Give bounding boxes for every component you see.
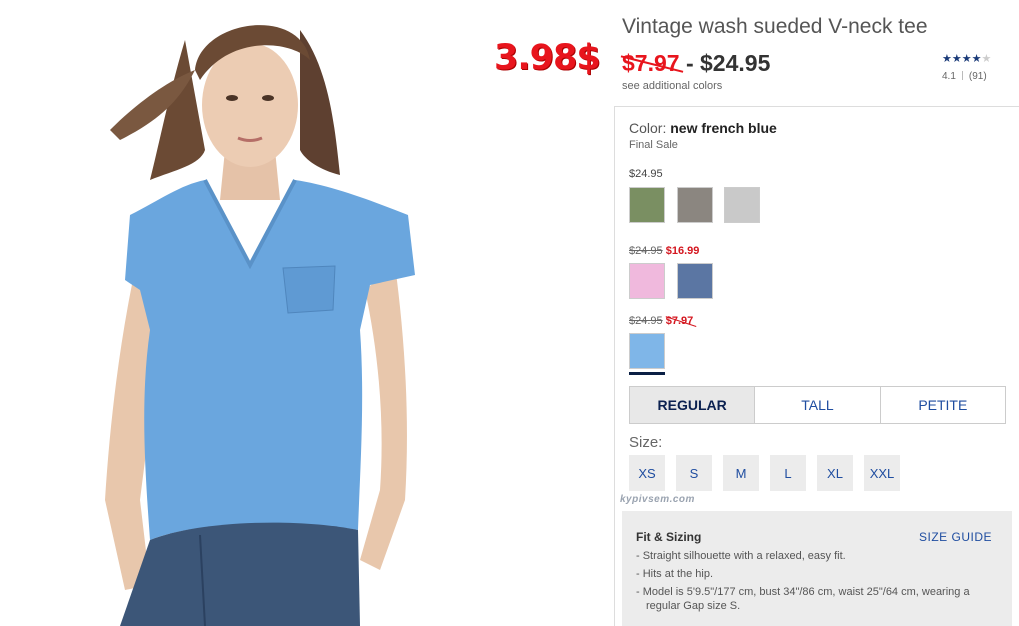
size-guide-link[interactable]: SIZE GUIDE: [919, 530, 992, 544]
color-swatch-heather-gray[interactable]: [724, 187, 760, 223]
review-count[interactable]: (91): [969, 71, 987, 82]
size-options: XS S M L XL XXL: [629, 455, 911, 491]
see-additional-colors-link[interactable]: see additional colors: [622, 80, 722, 92]
color-name: new french blue: [670, 120, 777, 136]
swatch-group-price: $24.95: [629, 168, 663, 180]
list-item: - Straight silhouette with a relaxed, ea…: [636, 550, 846, 562]
group-old-price: $24.95: [629, 315, 663, 327]
current-price: $24.95: [700, 50, 771, 76]
group-sale-price: $7.97: [665, 315, 694, 327]
selected-color: Color: new french blue: [629, 120, 777, 136]
watermark: kypivsem.com: [620, 494, 695, 505]
color-swatch-pink[interactable]: [629, 263, 665, 299]
color-swatch-french-blue[interactable]: [629, 333, 665, 369]
model-image: [105, 25, 415, 626]
stars-filled: ★★★★: [942, 53, 982, 65]
color-label: Color:: [629, 120, 671, 136]
price-range: $7.97 - $24.95: [622, 50, 770, 77]
tab-petite[interactable]: PETITE: [879, 387, 1005, 423]
fit-sizing-section: Fit & Sizing SIZE GUIDE - Straight silho…: [622, 511, 1012, 626]
star-rating-icon: ★★★★★: [942, 52, 1007, 65]
divider: [961, 71, 963, 80]
fit-tabs: REGULAR TALL PETITE: [629, 386, 1006, 424]
group-price: $24.95: [629, 168, 663, 180]
color-swatch-green[interactable]: [629, 187, 665, 223]
list-item: - Hits at the hip.: [636, 568, 714, 580]
size-l-button[interactable]: L: [770, 455, 806, 491]
color-swatch-blue-gray[interactable]: [677, 263, 713, 299]
tab-regular[interactable]: REGULAR: [630, 387, 755, 423]
fit-details-list: - Straight silhouette with a relaxed, ea…: [636, 549, 996, 617]
size-xxl-button[interactable]: XXL: [864, 455, 900, 491]
size-m-button[interactable]: M: [723, 455, 759, 491]
rating-widget[interactable]: ★★★★★ 4.1 (91): [942, 52, 1007, 82]
product-title: Vintage wash sueded V-neck tee: [622, 15, 928, 38]
group-old-price: $24.95: [629, 245, 663, 257]
selected-swatch-indicator: [629, 372, 665, 375]
size-s-button[interactable]: S: [676, 455, 712, 491]
stars-empty: ★: [981, 53, 992, 65]
final-sale-note: Final Sale: [629, 139, 678, 151]
size-label: Size:: [629, 434, 663, 451]
group-sale-price: $16.99: [665, 245, 700, 257]
price-separator: -: [679, 50, 701, 76]
size-xl-button[interactable]: XL: [817, 455, 853, 491]
promo-price-overlay: 3.98$: [494, 38, 601, 78]
color-swatch-gray[interactable]: [677, 187, 713, 223]
swatch-group-price: $24.95 $7.97: [629, 315, 693, 327]
rating-value: 4.1: [942, 71, 956, 82]
swatch-group-price: $24.95 $16.99: [629, 245, 699, 257]
old-price: $7.97: [622, 50, 680, 76]
fit-sizing-title: Fit & Sizing: [636, 530, 702, 544]
size-xs-button[interactable]: XS: [629, 455, 665, 491]
tab-tall[interactable]: TALL: [754, 387, 879, 423]
list-item: - Model is 5'9.5"/177 cm, bust 34"/86 cm…: [636, 586, 970, 612]
rating-meta: 4.1 (91): [942, 71, 1007, 82]
product-photo: [0, 0, 610, 626]
